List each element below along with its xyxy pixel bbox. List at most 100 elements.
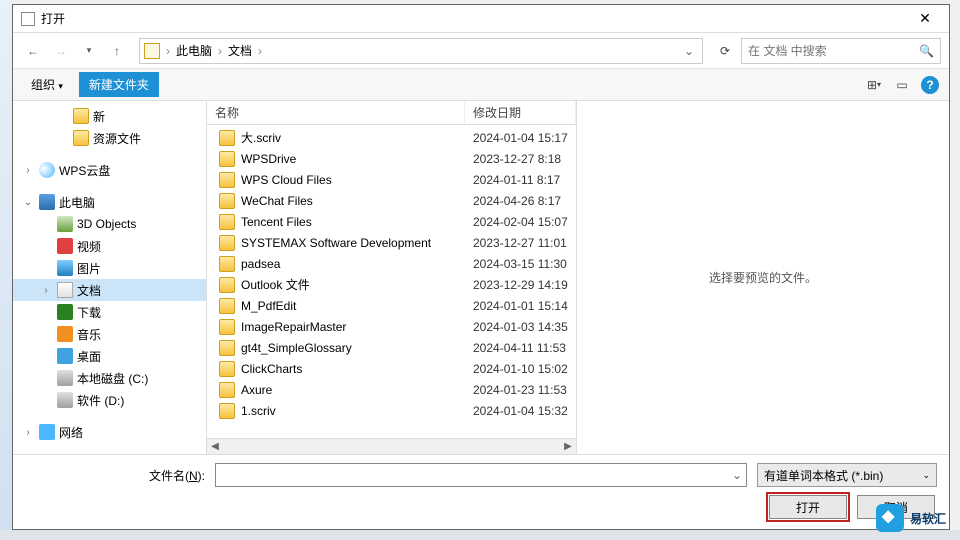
tree-item-icon <box>57 260 73 276</box>
folder-icon <box>219 277 235 293</box>
main-area: 新资源文件 ›WPS云盘 ⌄此电脑3D Objects视频图片 ›文档下载音乐桌面本地… <box>13 101 949 454</box>
cancel-button[interactable]: 取消 <box>857 495 935 519</box>
forward-button[interactable]: → <box>49 39 73 63</box>
file-row[interactable]: ImageRepairMaster2024-01-03 14:35 <box>207 316 576 337</box>
file-name: 1.scriv <box>241 404 469 418</box>
tree-item[interactable]: 音乐 <box>13 323 206 345</box>
expander-icon[interactable]: ⌄ <box>21 197 35 208</box>
tree-item[interactable]: 桌面 <box>13 345 206 367</box>
folder-icon <box>219 319 235 335</box>
tree-item-label: 图片 <box>77 260 101 277</box>
scroll-left-button[interactable]: ◀ <box>207 441 223 452</box>
new-folder-button[interactable]: 新建文件夹 <box>79 72 159 97</box>
tree-item[interactable]: 视频 <box>13 235 206 257</box>
file-date: 2023-12-27 11:01 <box>469 236 576 250</box>
expander-icon[interactable]: › <box>21 165 35 176</box>
filename-input[interactable] <box>220 468 732 482</box>
address-bar[interactable]: › 此电脑 › 文档 › ⌄ <box>139 38 703 64</box>
background-bottom <box>0 530 960 540</box>
file-name: padsea <box>241 257 469 271</box>
file-row[interactable]: padsea2024-03-15 11:30 <box>207 253 576 274</box>
preview-pane-button[interactable]: ▭ <box>891 74 913 96</box>
address-dropdown[interactable]: ⌄ <box>680 44 698 58</box>
back-button[interactable]: ← <box>21 39 45 63</box>
file-row[interactable]: SYSTEMAX Software Development2023-12-27 … <box>207 232 576 253</box>
file-name: M_PdfEdit <box>241 299 469 313</box>
file-date: 2024-02-04 15:07 <box>469 215 576 229</box>
help-button[interactable]: ? <box>919 74 941 96</box>
file-row[interactable]: M_PdfEdit2024-01-01 15:14 <box>207 295 576 316</box>
tree-item-label: 本地磁盘 (C:) <box>77 370 148 387</box>
tree-item-icon <box>57 304 73 320</box>
file-name: Axure <box>241 383 469 397</box>
filename-combobox[interactable]: ⌄ <box>215 463 747 487</box>
column-date[interactable]: 修改日期 <box>465 101 576 124</box>
file-row[interactable]: gt4t_SimpleGlossary2024-04-11 11:53 <box>207 337 576 358</box>
file-date: 2024-04-26 8:17 <box>469 194 576 208</box>
column-name[interactable]: 名称 <box>207 101 465 124</box>
file-name: gt4t_SimpleGlossary <box>241 341 469 355</box>
folder-icon <box>219 235 235 251</box>
tree-item[interactable]: 新 <box>13 105 206 127</box>
file-row[interactable]: 1.scriv2024-01-04 15:32 <box>207 400 576 421</box>
breadcrumb-folder[interactable]: 文档 <box>224 42 256 59</box>
tree-item-label: 新 <box>93 108 105 125</box>
folder-icon <box>219 403 235 419</box>
file-date: 2024-01-01 15:14 <box>469 299 576 313</box>
tree-item[interactable]: ›WPS云盘 <box>13 159 206 181</box>
tree-item[interactable]: ⌄此电脑 <box>13 191 206 213</box>
file-row[interactable]: Tencent Files2024-02-04 15:07 <box>207 211 576 232</box>
nav-tree[interactable]: 新资源文件 ›WPS云盘 ⌄此电脑3D Objects视频图片 ›文档下载音乐桌面本地… <box>13 101 207 454</box>
file-row[interactable]: Axure2024-01-23 11:53 <box>207 379 576 400</box>
file-row[interactable]: Outlook 文件2023-12-29 14:19 <box>207 274 576 295</box>
file-row[interactable]: WPS Cloud Files2024-01-11 8:17 <box>207 169 576 190</box>
expander-icon[interactable]: › <box>39 285 53 296</box>
file-row[interactable]: 大.scriv2024-01-04 15:17 <box>207 127 576 148</box>
chevron-down-icon: ⌄ <box>922 470 930 481</box>
tree-item[interactable]: › 网络 <box>13 421 206 443</box>
search-box[interactable]: 🔍 <box>741 38 941 64</box>
breadcrumb-root[interactable]: 此电脑 <box>172 42 216 59</box>
filetype-filter[interactable]: 有道单词本格式 (*.bin) ⌄ <box>757 463 937 487</box>
tree-item-icon <box>57 238 73 254</box>
search-icon[interactable]: 🔍 <box>919 44 934 58</box>
view-mode-button[interactable]: ⊞▾ <box>863 74 885 96</box>
close-button[interactable]: ✕ <box>909 10 941 27</box>
filename-label: 文件名(N): <box>25 467 205 484</box>
file-row[interactable]: ClickCharts2024-01-10 15:02 <box>207 358 576 379</box>
tree-item[interactable]: 资源文件 <box>13 127 206 149</box>
file-name: WeChat Files <box>241 194 469 208</box>
refresh-button[interactable]: ⟳ <box>713 39 737 63</box>
bottom-bar: 文件名(N): ⌄ 有道单词本格式 (*.bin) ⌄ 打开 取消 <box>13 454 949 529</box>
file-name: WPSDrive <box>241 152 469 166</box>
recent-dropdown[interactable]: ▾ <box>77 39 101 63</box>
tree-item[interactable]: 下载 <box>13 301 206 323</box>
file-date: 2024-03-15 11:30 <box>469 257 576 271</box>
tree-item-icon <box>39 424 55 440</box>
file-row[interactable]: WPSDrive2023-12-27 8:18 <box>207 148 576 169</box>
file-rows[interactable]: 大.scriv2024-01-04 15:17WPSDrive2023-12-2… <box>207 125 576 438</box>
tree-item-label: 网络 <box>59 424 83 441</box>
tree-item[interactable]: ›文档 <box>13 279 206 301</box>
file-date: 2024-04-11 11:53 <box>469 341 576 355</box>
tree-item-icon <box>39 194 55 210</box>
up-button[interactable]: ↑ <box>105 39 129 63</box>
scroll-right-button[interactable]: ▶ <box>560 441 576 452</box>
organize-button[interactable]: 组织 ▾ <box>21 72 73 97</box>
tree-item[interactable]: 本地磁盘 (C:) <box>13 367 206 389</box>
button-row: 打开 取消 <box>25 495 937 519</box>
open-file-dialog: 打开 ✕ ← → ▾ ↑ › 此电脑 › 文档 › ⌄ ⟳ 🔍 组织 ▾ 新建文… <box>12 4 950 530</box>
column-headers: 名称 修改日期 <box>207 101 576 125</box>
search-input[interactable] <box>748 44 919 58</box>
tree-item[interactable]: 3D Objects <box>13 213 206 235</box>
horizontal-scrollbar[interactable]: ◀ ▶ <box>207 438 576 454</box>
open-button[interactable]: 打开 <box>769 495 847 519</box>
file-row[interactable]: WeChat Files2024-04-26 8:17 <box>207 190 576 211</box>
filename-dropdown[interactable]: ⌄ <box>732 468 742 482</box>
tree-item[interactable]: 图片 <box>13 257 206 279</box>
expander-icon[interactable]: › <box>21 427 35 438</box>
tree-item-icon <box>57 370 73 386</box>
tree-item[interactable]: 软件 (D:) <box>13 389 206 411</box>
window-title: 打开 <box>41 10 909 27</box>
file-list: 名称 修改日期 大.scriv2024-01-04 15:17WPSDrive2… <box>207 101 577 454</box>
